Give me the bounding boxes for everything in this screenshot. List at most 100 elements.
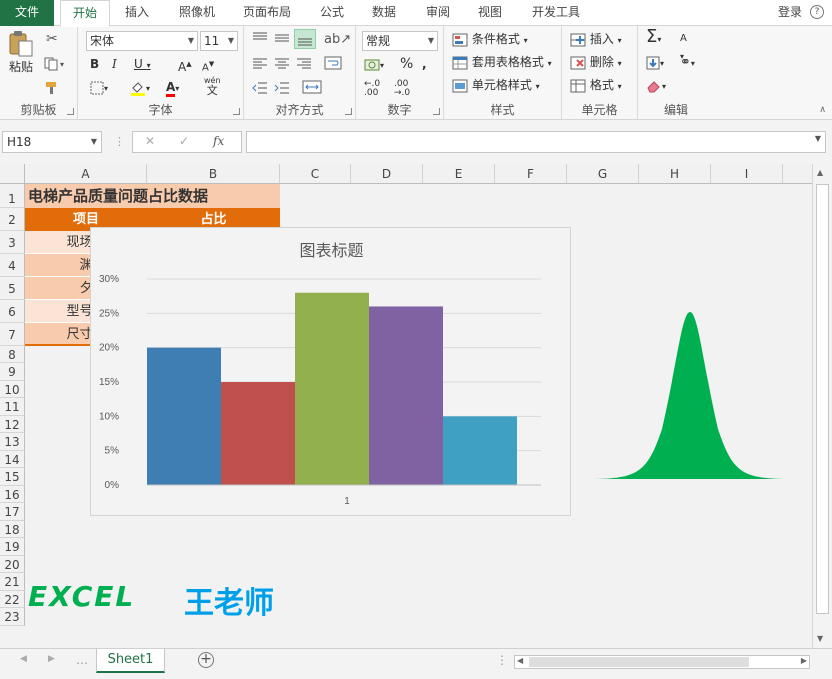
delete-cells-button[interactable]: 删除 ▾ — [570, 53, 622, 73]
conditional-format-button[interactable]: 条件格式 ▾ — [452, 30, 528, 50]
wrap-text-icon[interactable] — [324, 56, 342, 70]
prev-sheet-icon[interactable]: ◀ — [20, 654, 27, 664]
phonetic-button[interactable]: wén 文 — [204, 76, 221, 96]
row-header[interactable]: 15 — [0, 468, 25, 486]
italic-button[interactable]: I — [112, 55, 117, 73]
row-header[interactable]: 5 — [0, 277, 25, 300]
column-header[interactable]: B — [147, 164, 280, 184]
row-header[interactable]: 14 — [0, 451, 25, 468]
comma-style-button[interactable]: , — [422, 55, 427, 73]
expand-formula-icon[interactable]: ▼ — [815, 134, 821, 143]
row-header[interactable]: 23 — [0, 608, 25, 626]
select-all-corner[interactable] — [0, 164, 25, 184]
row-header[interactable]: 10 — [0, 381, 25, 398]
row-header[interactable]: 20 — [0, 556, 25, 573]
chart-bar[interactable] — [369, 306, 443, 485]
row-header[interactable]: 12 — [0, 416, 25, 433]
tab-insert[interactable]: 插入 — [116, 0, 158, 26]
font-color-button[interactable]: A▾ — [166, 78, 179, 98]
tab-view[interactable]: 视图 — [468, 0, 512, 26]
align-bottom-button[interactable] — [294, 29, 316, 49]
row-header[interactable]: 22 — [0, 591, 25, 608]
clipboard-launcher-icon[interactable] — [67, 108, 74, 115]
add-sheet-icon[interactable]: + — [198, 652, 214, 668]
column-header[interactable]: C — [280, 164, 351, 184]
row-header[interactable]: 16 — [0, 486, 25, 503]
help-icon[interactable]: ? — [810, 5, 824, 19]
copy-button[interactable]: ▾ — [44, 54, 64, 74]
tab-file[interactable]: 文件 — [0, 0, 54, 26]
chart-title[interactable]: 图表标题 — [299, 242, 363, 260]
sheet-tab-sheet1[interactable]: Sheet1 — [96, 649, 165, 673]
row-header[interactable]: 2 — [0, 208, 25, 231]
row-header[interactable]: 4 — [0, 254, 25, 277]
bell-curve-shape[interactable] — [587, 309, 793, 481]
row-header[interactable]: 19 — [0, 538, 25, 556]
row-header[interactable]: 8 — [0, 346, 25, 363]
column-header[interactable] — [783, 164, 812, 184]
fill-color-button[interactable]: ▾ — [130, 78, 150, 98]
column-header[interactable]: E — [423, 164, 495, 184]
fill-button[interactable]: ▾ — [646, 53, 664, 73]
row-header[interactable]: 13 — [0, 433, 25, 451]
format-as-table-button[interactable]: 套用表格格式 ▾ — [452, 53, 552, 73]
format-cells-button[interactable]: 格式 ▾ — [570, 76, 622, 96]
vertical-scrollbar[interactable]: ▲ ▼ — [812, 164, 832, 648]
horizontal-scroll-thumb[interactable] — [529, 657, 749, 667]
decrease-indent-icon[interactable] — [252, 82, 268, 94]
shrink-font-button[interactable]: A▼ — [202, 55, 214, 77]
align-left-icon[interactable] — [252, 58, 268, 70]
bold-button[interactable]: B — [90, 55, 99, 73]
chart-bar[interactable] — [443, 416, 517, 485]
row-header[interactable]: 6 — [0, 300, 25, 323]
scroll-down-icon[interactable]: ▼ — [817, 634, 823, 643]
cut-button[interactable]: ✂ — [46, 30, 58, 48]
cell-a1-title[interactable]: 电梯产品质量问题占比数据 — [25, 184, 280, 208]
alignment-launcher-icon[interactable] — [345, 108, 352, 115]
scroll-up-icon[interactable]: ▲ — [817, 168, 823, 177]
column-header[interactable]: I — [711, 164, 783, 184]
row-header[interactable]: 21 — [0, 573, 25, 591]
column-header[interactable]: A — [25, 164, 147, 184]
tab-data[interactable]: 数据 — [362, 0, 406, 26]
insert-cells-button[interactable]: 插入 ▾ — [570, 30, 622, 50]
percent-button[interactable]: % — [400, 55, 413, 73]
horizontal-scrollbar[interactable]: ◀ ▶ — [514, 655, 810, 669]
next-sheet-icon[interactable]: ▶ — [48, 654, 55, 664]
formula-input[interactable]: ▼ — [246, 131, 826, 153]
row-header[interactable]: 17 — [0, 503, 25, 521]
borders-button[interactable]: ▾ — [90, 78, 108, 98]
font-family-select[interactable]: 宋体 ▼ — [86, 31, 198, 51]
orientation-button[interactable]: ab↗ — [324, 30, 351, 49]
row-header[interactable]: 11 — [0, 398, 25, 416]
increase-decimal-button[interactable]: ←.0.00 — [364, 80, 380, 98]
font-launcher-icon[interactable] — [233, 108, 240, 115]
cell-styles-button[interactable]: 单元格样式 ▾ — [452, 76, 540, 96]
align-right-icon[interactable] — [296, 58, 312, 70]
increase-indent-icon[interactable] — [274, 82, 290, 94]
row-header[interactable]: 1 — [0, 184, 25, 208]
chart-bar[interactable] — [147, 347, 221, 485]
merge-center-icon[interactable] — [302, 80, 322, 94]
tab-review[interactable]: 审阅 — [416, 0, 460, 26]
clear-button[interactable]: ▾ — [646, 76, 666, 96]
underline-button[interactable]: U ▾ — [134, 55, 151, 75]
scroll-left-icon[interactable]: ◀ — [517, 656, 523, 665]
column-header[interactable]: F — [495, 164, 567, 184]
paste-button[interactable]: 粘贴 — [6, 30, 36, 74]
align-middle-icon[interactable] — [274, 32, 290, 44]
name-box[interactable]: H18 ▼ — [2, 131, 102, 153]
accounting-format-button[interactable]: ▾ — [364, 55, 384, 75]
row-header[interactable]: 9 — [0, 363, 25, 381]
grow-font-button[interactable]: A▲ — [178, 55, 192, 76]
font-size-select[interactable]: 11 ▼ — [200, 31, 238, 51]
tab-camera[interactable]: 照像机 — [168, 0, 226, 26]
tab-formulas[interactable]: 公式 — [310, 0, 354, 26]
number-launcher-icon[interactable] — [433, 108, 440, 115]
align-top-icon[interactable] — [252, 32, 268, 44]
decrease-decimal-button[interactable]: .00 →.0 — [394, 80, 410, 98]
tab-developer[interactable]: 开发工具 — [524, 0, 588, 26]
chart-area[interactable]: 图表标题 0% 5% 10% 15% 20% 25% 30% 1 — [90, 227, 571, 516]
collapse-ribbon-icon[interactable]: ∧ — [819, 105, 826, 115]
tab-page-layout[interactable]: 页面布局 — [234, 0, 300, 26]
